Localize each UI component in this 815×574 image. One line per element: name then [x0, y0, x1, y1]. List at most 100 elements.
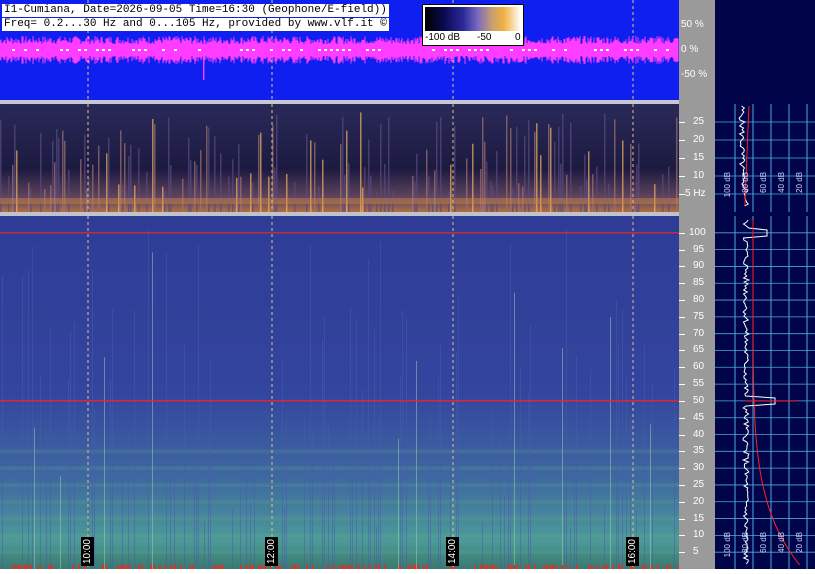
main-y-tickmark	[679, 333, 685, 335]
main-streak	[250, 501, 251, 569]
main-streak	[438, 376, 439, 569]
main-y-tick: 10	[693, 529, 705, 541]
strip-y-tick: 15	[693, 152, 705, 163]
main-streak	[492, 411, 493, 569]
main-y-tickmark	[679, 501, 685, 503]
main-streak	[254, 447, 255, 569]
main-streak	[46, 428, 47, 569]
strip-streak	[12, 164, 14, 212]
spectrum-plot	[715, 104, 815, 569]
waveform-zero-dash	[522, 49, 525, 51]
strip-streak	[562, 113, 564, 212]
strip-streak	[480, 168, 482, 212]
waveform-zero-dash	[474, 49, 477, 51]
main-y-tick: 30	[693, 462, 705, 474]
strip-streak	[586, 179, 588, 212]
main-streak	[110, 378, 111, 569]
main-low-noise	[51, 565, 53, 569]
strip-streak	[636, 164, 638, 212]
waveform-zero-dash	[324, 49, 327, 51]
spectrum-db-label: 40 dB	[777, 532, 786, 553]
waveform-y-tick: 0 %	[681, 44, 699, 55]
main-low-noise	[261, 565, 263, 569]
main-low-noise	[669, 565, 671, 569]
main-streak	[406, 317, 407, 569]
main-low-noise	[576, 565, 578, 569]
main-low-noise	[363, 565, 365, 569]
main-y-tick: 75	[693, 310, 705, 322]
spectrum-db-label: 60 dB	[759, 532, 768, 553]
main-low-noise	[171, 565, 173, 569]
main-y-tickmark	[679, 434, 685, 436]
main-low-noise	[513, 565, 515, 569]
main-streak	[32, 246, 33, 569]
strip-streak	[228, 176, 230, 212]
main-streak	[60, 476, 61, 569]
main-low-noise	[15, 565, 17, 569]
waveform-zero-dash	[174, 49, 177, 51]
main-y-tickmark	[679, 283, 685, 285]
main-streak	[334, 455, 335, 569]
colorbar-label-mid: -50	[477, 32, 492, 43]
main-streak	[570, 528, 571, 569]
main-y-tick: 60	[693, 361, 705, 373]
main-y-tickmark	[679, 367, 685, 369]
strip-y-tick: 10	[693, 170, 705, 181]
strip-streak	[604, 113, 606, 212]
main-streak	[40, 375, 41, 569]
main-y-tick: 35	[693, 445, 705, 457]
time-tick-label: 16:00	[626, 537, 639, 567]
main-streak	[2, 275, 3, 569]
main-y-tick: 65	[693, 344, 705, 356]
strip-streak	[676, 117, 678, 212]
main-streak	[50, 327, 51, 569]
main-low-noise	[408, 565, 410, 569]
waveform-zero-dash	[636, 49, 639, 51]
main-low-noise	[612, 565, 614, 569]
strip-streak	[54, 162, 56, 212]
strip-streak	[342, 116, 344, 212]
main-y-tickmark	[679, 232, 685, 234]
waveform-zero-dash	[252, 49, 255, 51]
main-low-noise	[603, 565, 605, 569]
main-low-noise	[141, 565, 143, 569]
colorbar-gradient	[425, 7, 521, 31]
colorbar-label-min: -100 dB	[425, 32, 461, 43]
strip-streak	[252, 182, 254, 212]
waveform-zero-dash	[624, 49, 627, 51]
waveform-zero-dash	[342, 49, 345, 51]
time-tick-label: 10:00	[81, 537, 94, 567]
main-streak	[328, 420, 329, 569]
main-low-noise	[588, 565, 590, 569]
main-streak	[458, 297, 459, 569]
main-streak	[134, 310, 135, 569]
main-streak	[576, 354, 577, 569]
main-streak	[70, 330, 71, 569]
main-y-tick: 45	[693, 411, 705, 423]
colorbar-label-max: 0	[515, 32, 521, 43]
main-streak	[398, 438, 399, 569]
spectrum-db-label: 20 dB	[795, 172, 804, 193]
waveform-zero-dash	[654, 49, 657, 51]
main-low-noise	[153, 565, 155, 569]
main-low-noise	[291, 565, 293, 569]
waveform-zero-dash	[78, 49, 81, 51]
waveform-zero-dash	[60, 49, 63, 51]
main-streak	[376, 526, 377, 569]
main-low-noise	[78, 565, 80, 569]
strip-streak	[566, 174, 568, 212]
main-low-noise	[48, 565, 50, 569]
waveform-zero-dash	[630, 49, 633, 51]
main-streak	[566, 229, 567, 569]
main-streak	[610, 317, 611, 569]
strip-streak	[68, 169, 70, 212]
main-streak	[416, 360, 417, 569]
waveform-zero-dash	[534, 49, 537, 51]
strip-streak	[414, 181, 416, 212]
main-low-noise	[258, 565, 260, 569]
main-low-noise	[417, 565, 419, 569]
waveform-zero-dash	[132, 49, 135, 51]
main-low-noise	[129, 565, 131, 569]
main-low-noise	[312, 565, 314, 569]
main-low-noise	[12, 565, 14, 569]
